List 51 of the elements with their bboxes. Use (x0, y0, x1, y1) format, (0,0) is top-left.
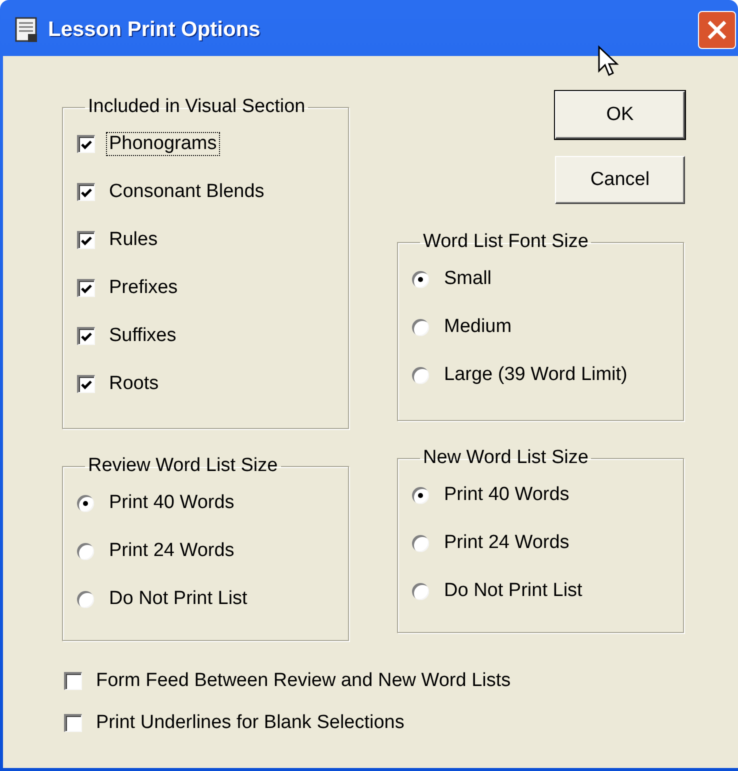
checkbox[interactable] (77, 375, 95, 393)
document-icon (15, 17, 39, 43)
checkbox-label: Rules (108, 228, 159, 252)
checkbox-label: Suffixes (108, 324, 178, 348)
checkmark-icon (81, 140, 92, 150)
checkbox[interactable] (77, 135, 95, 153)
checkbox[interactable] (77, 183, 95, 201)
radio-label: Large (39 Word Limit) (444, 364, 628, 386)
dialog-button[interactable]: OK (555, 91, 685, 139)
radio-button[interactable] (412, 486, 429, 504)
radio-button[interactable] (412, 318, 429, 336)
radio-button[interactable] (77, 494, 94, 512)
checkmark-icon (81, 188, 92, 198)
checkbox-label: Consonant Blends (108, 180, 266, 204)
checkbox[interactable] (77, 279, 95, 297)
radio-button[interactable] (412, 366, 429, 384)
checkbox-label: Print Underlines for Blank Selections (95, 711, 406, 735)
radio-label: Print 40 Words (444, 484, 570, 506)
radio-button[interactable] (77, 590, 94, 608)
radio-label: Print 40 Words (109, 492, 234, 514)
checkmark-icon (81, 236, 92, 246)
radio-button[interactable] (77, 542, 94, 560)
checkbox-label: Phonograms (106, 132, 220, 156)
checkbox[interactable] (77, 231, 95, 249)
close-button[interactable] (698, 11, 736, 49)
window-title: Lesson Print Options (48, 18, 260, 42)
group-title: Included in Visual Section (87, 96, 306, 118)
radio-label: Medium (444, 316, 512, 338)
checkbox[interactable] (64, 714, 82, 732)
checkbox-label: Form Feed Between Review and New Word Lists (95, 669, 512, 693)
radio-button[interactable] (412, 270, 429, 288)
checkbox[interactable] (77, 327, 95, 345)
group-title: New Word List Size (422, 447, 590, 469)
checkbox[interactable] (64, 672, 82, 690)
group-title: Word List Font Size (422, 231, 590, 253)
radio-label: Print 24 Words (444, 532, 570, 554)
checkbox-label: Roots (108, 372, 160, 396)
checkmark-icon (81, 380, 92, 390)
radio-button[interactable] (412, 582, 429, 600)
checkmark-icon (81, 332, 92, 342)
radio-label: Small (444, 268, 492, 290)
dialog-button[interactable]: Cancel (555, 156, 685, 204)
radio-button[interactable] (412, 534, 429, 552)
mouse-pointer-icon (597, 45, 621, 79)
radio-label: Print 24 Words (109, 540, 234, 562)
checkmark-icon (81, 284, 92, 294)
radio-label: Do Not Print List (109, 588, 248, 610)
close-icon (706, 19, 728, 41)
checkbox-label: Prefixes (108, 276, 179, 300)
radio-label: Do Not Print List (444, 580, 582, 602)
group-title: Review Word List Size (87, 455, 279, 477)
